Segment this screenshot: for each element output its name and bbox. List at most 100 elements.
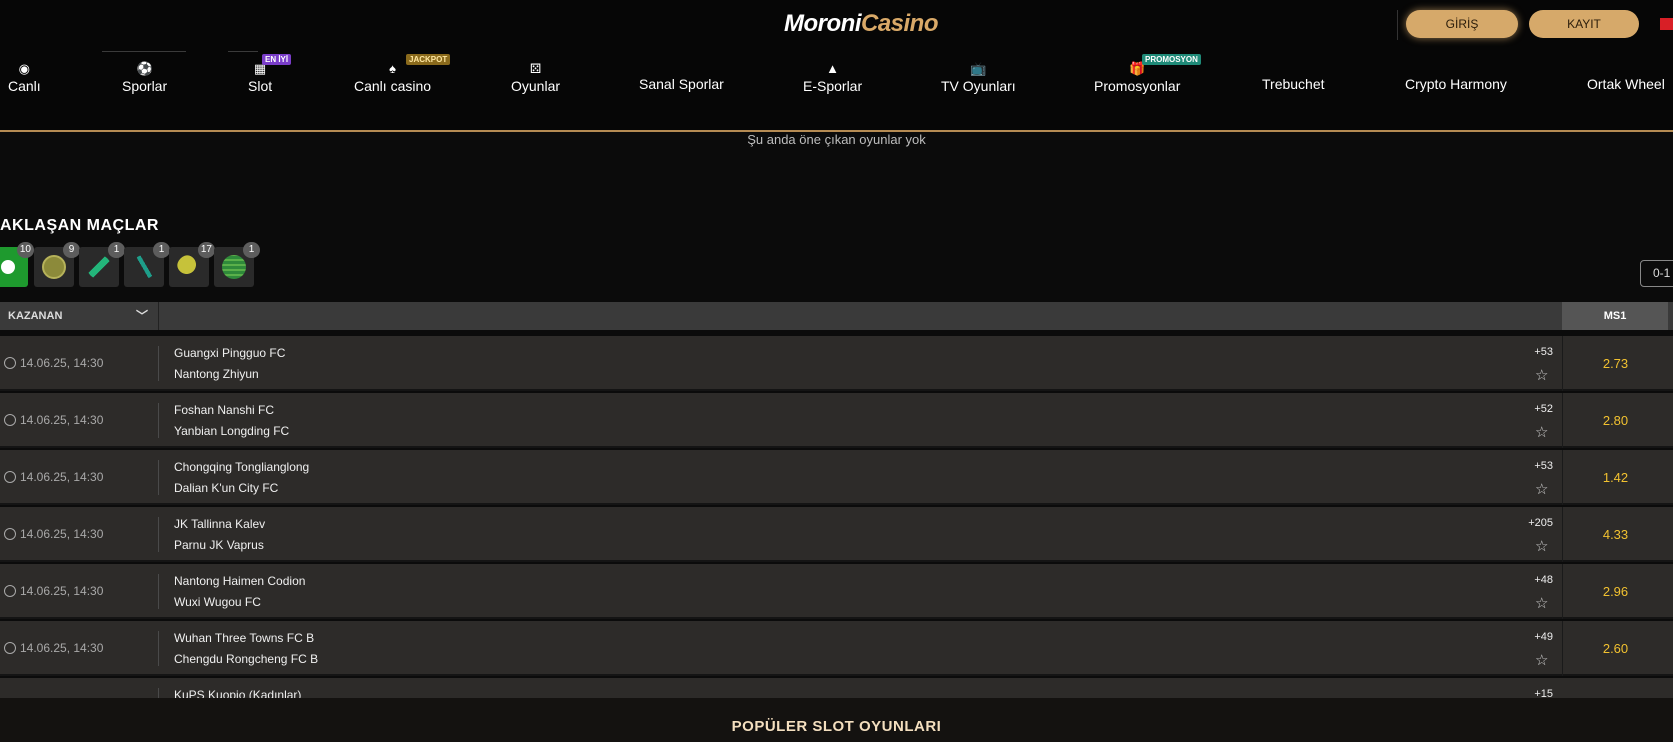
no-featured-games-text: Şu anda öne çıkan oyunlar yok <box>747 132 926 147</box>
nav-item-promosyonlar[interactable]: PROMOSYON 🎁 Promosyonlar <box>1094 54 1201 94</box>
tennis-icon <box>42 255 66 279</box>
home-team: KuPS Kuopio (Kadınlar) <box>174 688 302 698</box>
match-time-text: 14.06.25, 14:30 <box>20 356 104 370</box>
nav-label: Oyunlar <box>511 78 561 94</box>
odd-button[interactable]: 4.33 <box>1562 507 1668 562</box>
favorite-star-icon[interactable]: ☆ <box>1535 594 1548 612</box>
match-time: 14.06.25, 14:30 <box>4 527 103 541</box>
nav-item-oyunlar[interactable]: ⚄ Oyunlar <box>511 60 560 94</box>
matches-list: 14.06.25, 14:30 Guangxi Pingguo FC Nanto… <box>0 336 1673 698</box>
row-divider <box>158 631 159 666</box>
sport-count: 17 <box>197 242 215 258</box>
sport-tab-ice-hockey[interactable]: 1 <box>124 242 170 287</box>
site-header: MoroniCasino GİRİŞ KAYIT ◉ Canlı ⚽ Sporl… <box>0 0 1673 132</box>
sport-tab-soccer[interactable]: 10 <box>0 242 34 287</box>
nav-label: Sanal Sporlar <box>639 76 724 92</box>
nav-item-canli-casino[interactable]: JACKPOT ♠ Canlı casino <box>354 54 451 94</box>
sport-tab-cricket[interactable]: 1 <box>79 242 125 287</box>
clock-icon <box>4 642 16 654</box>
favorite-star-icon[interactable]: ☆ <box>1535 480 1548 498</box>
nav-item-e-sporlar[interactable]: ▲ E-Sporlar <box>803 60 862 94</box>
favorite-star-icon[interactable]: ☆ <box>1535 651 1548 669</box>
more-markets-count[interactable]: +52 <box>1534 403 1553 415</box>
odd-button[interactable]: 2.73 <box>1562 336 1668 391</box>
login-button[interactable]: GİRİŞ <box>1406 10 1518 38</box>
more-markets-count[interactable]: +205 <box>1528 517 1553 529</box>
time-range-select[interactable]: 0-1 <box>1640 260 1673 287</box>
match-time-text: 14.06.25, 14:30 <box>20 470 104 484</box>
clock-icon <box>4 471 16 483</box>
nav-label: Sporlar <box>122 78 168 94</box>
nav-divider <box>228 51 258 52</box>
nav-badge: EN İYİ <box>262 54 292 65</box>
sport-tab-volleyball[interactable]: 1 <box>214 242 260 287</box>
more-markets-count[interactable]: +49 <box>1534 631 1553 643</box>
nav-item-canli[interactable]: ◉ Canlı <box>8 60 41 94</box>
chevron-down-icon: ﹀ <box>135 309 148 323</box>
home-team: Chongqing Tonglianglong <box>174 460 310 474</box>
match-row[interactable]: 14.06.25, 14:30 JK Tallinna Kalev Parnu … <box>0 507 1673 562</box>
nav-item-tv-oyunlari[interactable]: 📺 TV Oyunları <box>941 60 1016 94</box>
odd-button[interactable]: 2.96 <box>1562 564 1668 619</box>
cricket-icon <box>87 255 111 279</box>
soccer-icon <box>0 255 20 279</box>
match-time: 14.06.25, 14:30 <box>4 470 103 484</box>
more-markets-count[interactable]: +53 <box>1534 460 1553 472</box>
match-row[interactable]: 14.06.25, 14:30 Guangxi Pingguo FC Nanto… <box>0 336 1673 391</box>
nav-label: Trebuchet <box>1262 76 1325 92</box>
more-markets-count[interactable]: +15 <box>1534 688 1553 698</box>
ice-hockey-icon <box>132 255 156 279</box>
nav-divider <box>102 51 186 52</box>
home-team: Guangxi Pingguo FC <box>174 346 286 360</box>
nav-item-crypto-harmony[interactable]: Crypto Harmony <box>1405 76 1507 92</box>
match-time: 14.06.25, 14:30 <box>4 413 103 427</box>
nav-item-ortak-wheel[interactable]: Ortak Wheel <box>1587 76 1665 92</box>
clock-icon <box>4 585 16 597</box>
match-row[interactable]: KuPS Kuopio (Kadınlar) +15 <box>0 678 1673 698</box>
nav-item-sanal-sporlar[interactable]: Sanal Sporlar <box>639 76 724 92</box>
away-team: Parnu JK Vaprus <box>174 538 264 552</box>
favorite-star-icon[interactable]: ☆ <box>1535 537 1548 555</box>
volleyball-icon <box>222 255 246 279</box>
favorite-star-icon[interactable]: ☆ <box>1535 366 1548 384</box>
nav-label: Canlı casino <box>354 78 432 94</box>
more-markets-count[interactable]: +53 <box>1534 346 1553 358</box>
match-row[interactable]: 14.06.25, 14:30 Foshan Nanshi FC Yanbian… <box>0 393 1673 448</box>
matches-table-header: KAZANAN ﹀ MS1 <box>0 302 1673 330</box>
match-time-text: 14.06.25, 14:30 <box>20 413 104 427</box>
match-row[interactable]: 14.06.25, 14:30 Nantong Haimen Codion Wu… <box>0 564 1673 619</box>
odd-button[interactable]: 2.80 <box>1562 393 1668 448</box>
away-team: Wuxi Wugou FC <box>174 595 261 609</box>
nav-item-trebuchet[interactable]: Trebuchet <box>1262 76 1325 92</box>
odd-button[interactable]: 1.42 <box>1562 450 1668 505</box>
site-logo[interactable]: MoroniCasino <box>784 10 939 38</box>
odd-button[interactable]: 2.60 <box>1562 621 1668 676</box>
nav-badge: JACKPOT <box>406 54 451 65</box>
match-time-text: 14.06.25, 14:30 <box>20 641 104 655</box>
tv-icon: 📺 <box>970 61 987 76</box>
more-markets-count[interactable]: +48 <box>1534 574 1553 586</box>
market-dropdown[interactable]: KAZANAN ﹀ <box>0 302 159 330</box>
match-row[interactable]: 14.06.25, 14:30 Chongqing Tonglianglong … <box>0 450 1673 505</box>
nav-label: Promosyonlar <box>1094 78 1181 94</box>
sport-count: 9 <box>63 242 80 258</box>
upcoming-matches-title: AKLAŞAN MAÇLAR <box>0 217 159 234</box>
register-button[interactable]: KAYIT <box>1529 10 1639 38</box>
sport-tab-tennis[interactable]: 9 <box>34 242 80 287</box>
row-divider <box>158 403 159 438</box>
popular-slots-title: POPÜLER SLOT OYUNLARI <box>731 718 942 735</box>
nav-item-sporlar[interactable]: ⚽ Sporlar <box>122 60 167 94</box>
live-icon: ◉ <box>18 61 31 76</box>
nav-badge: PROMOSYON <box>1142 54 1201 65</box>
nav-label: Canlı <box>8 78 41 94</box>
favorite-star-icon[interactable]: ☆ <box>1535 423 1548 441</box>
match-time-text: 14.06.25, 14:30 <box>20 527 104 541</box>
esports-icon: ▲ <box>826 61 839 76</box>
nav-item-slot[interactable]: EN İYİ ▦ Slot <box>248 54 292 94</box>
sport-count: 1 <box>243 242 260 258</box>
language-flag-icon[interactable] <box>1660 18 1673 30</box>
logo-text-gold: Casino <box>860 10 939 37</box>
nav-label: E-Sporlar <box>803 78 863 94</box>
sport-tab-table-tennis[interactable]: 17 <box>169 242 215 287</box>
match-row[interactable]: 14.06.25, 14:30 Wuhan Three Towns FC B C… <box>0 621 1673 676</box>
